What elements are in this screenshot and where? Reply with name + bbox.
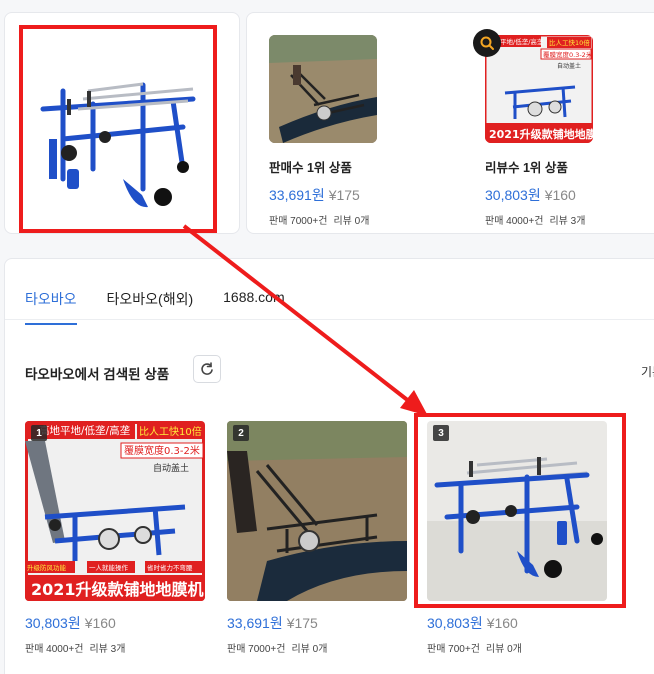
sales-count: 판매 4000+건: [485, 216, 544, 227]
price-cny: ¥160: [486, 615, 518, 631]
search-icon[interactable]: [473, 29, 501, 57]
review-count: 리뷰 3개: [89, 644, 126, 655]
ad-tag: 升级防风功能: [27, 563, 67, 572]
source-image-card: [4, 12, 240, 234]
ad-tag: 高地平地/低垄/高垄: [39, 424, 131, 437]
price-krw: 33,691원: [227, 615, 283, 631]
sales-count: 판매 4000+건: [25, 644, 84, 655]
machine-photo: [427, 421, 607, 601]
price-krw: 30,803원: [427, 615, 483, 631]
sales-count: 판매 700+건: [427, 644, 480, 655]
sort-option[interactable]: 기본: [641, 363, 654, 380]
top-reviews-product[interactable]: 高地平地/低垄/高垄 比人工快10倍 覆膜宽度0.3-2米 自动盖土 2021升…: [473, 29, 654, 227]
price-krw: 30,803원: [25, 615, 81, 631]
ad-tag: 覆膜宽度0.3-2米: [543, 50, 593, 59]
top-sales-product[interactable]: 판매수 1위 상품 33,691원 ¥175 판매 7000+건 리뷰 0개: [269, 35, 469, 227]
price-cny: ¥160: [84, 615, 116, 631]
section-title: 타오바오에서 검색된 상품: [25, 367, 170, 382]
product-thumbnail[interactable]: [269, 35, 377, 143]
product-thumbnail[interactable]: 1 高地平地/低垄/高垄 比人工快10倍 覆膜宽度0.3-2米 自动盖土 升级防…: [25, 421, 205, 601]
product-meta: 판매 4000+건 리뷰 3개: [25, 640, 215, 655]
field-photo: [227, 421, 407, 601]
rank-title: 판매수 1위 상품: [269, 161, 352, 175]
price: 33,691원 ¥175: [227, 613, 417, 633]
rank-title: 리뷰수 1위 상품: [485, 161, 568, 175]
review-count: 리뷰 3개: [549, 216, 586, 227]
product-meta: 판매 700+건 리뷰 0개: [427, 640, 617, 655]
ad-photo: 高地平地/低垄/高垄 比人工快10倍 覆膜宽度0.3-2米 自动盖土 2021升…: [485, 35, 593, 143]
ranking-card: 판매수 1위 상품 33,691원 ¥175 판매 7000+건 리뷰 0개 高…: [246, 12, 654, 234]
results-panel: 타오바오 타오바오(해외) 1688.com 타오바오에서 검색된 상품 기본 …: [4, 258, 654, 674]
ad-tag: 比人工快10倍: [139, 425, 202, 438]
product-thumbnail[interactable]: 2: [227, 421, 407, 601]
price: 30,803원 ¥160: [485, 185, 654, 205]
machine-photo: [23, 29, 213, 229]
magnifier-glyph: [480, 36, 494, 50]
product-card[interactable]: 2 33,691원 ¥175 판매 7000+건 리뷰 0개: [227, 421, 417, 655]
price-krw: 30,803원: [485, 187, 541, 203]
refresh-icon: [201, 362, 213, 375]
price-cny: ¥160: [544, 187, 576, 203]
rank-badge: 1: [31, 425, 47, 441]
product-thumbnail[interactable]: 高地平地/低垄/高垄 比人工快10倍 覆膜宽度0.3-2米 自动盖土 2021升…: [485, 35, 593, 143]
price: 30,803원 ¥160: [25, 613, 215, 633]
price-cny: ¥175: [328, 187, 360, 203]
product-meta: 판매 7000+건 리뷰 0개: [269, 212, 469, 227]
price: 33,691원 ¥175: [269, 185, 469, 205]
ad-banner: 2021升级款铺地地膜机: [31, 580, 204, 599]
ad-tag: 比人工快10倍: [549, 38, 590, 47]
review-count: 리뷰 0개: [291, 644, 328, 655]
ad-tag: 覆膜宽度0.3-2米: [124, 444, 200, 457]
product-meta: 판매 7000+건 리뷰 0개: [227, 640, 417, 655]
ad-tag: 省时省力不弯腰: [147, 563, 193, 572]
price-krw: 33,691원: [269, 187, 325, 203]
review-count: 리뷰 0개: [333, 216, 370, 227]
ad-tag: 自动盖土: [153, 462, 189, 474]
rank-badge: 2: [233, 425, 249, 441]
ad-tag: 自动盖土: [557, 62, 581, 70]
sales-count: 판매 7000+건: [269, 216, 328, 227]
ad-banner: 2021升级款铺地地膜机: [489, 127, 593, 141]
rank-badge: 3: [433, 425, 449, 441]
page: 판매수 1위 상품 33,691원 ¥175 판매 7000+건 리뷰 0개 高…: [0, 0, 654, 674]
refresh-button[interactable]: [193, 355, 221, 383]
product-thumbnail[interactable]: 3: [427, 421, 607, 601]
product-card[interactable]: 3 30,803원 ¥160 판매 700+건 리뷰 0개: [427, 421, 617, 655]
price-cny: ¥175: [286, 615, 318, 631]
product-meta: 판매 4000+건 리뷰 3개: [485, 212, 654, 227]
ad-photo: 高地平地/低垄/高垄 比人工快10倍 覆膜宽度0.3-2米 自动盖土 升级防风功…: [25, 421, 205, 601]
field-photo: [269, 35, 377, 143]
ad-tag: 一人就能操作: [89, 563, 129, 572]
tab-divider: [5, 319, 654, 320]
source-image-highlight[interactable]: [19, 25, 217, 233]
sales-count: 판매 7000+건: [227, 644, 286, 655]
price: 30,803원 ¥160: [427, 613, 617, 633]
product-card[interactable]: 1 高地平地/低垄/高垄 比人工快10倍 覆膜宽度0.3-2米 自动盖土 升级防…: [25, 421, 215, 655]
review-count: 리뷰 0개: [485, 644, 522, 655]
